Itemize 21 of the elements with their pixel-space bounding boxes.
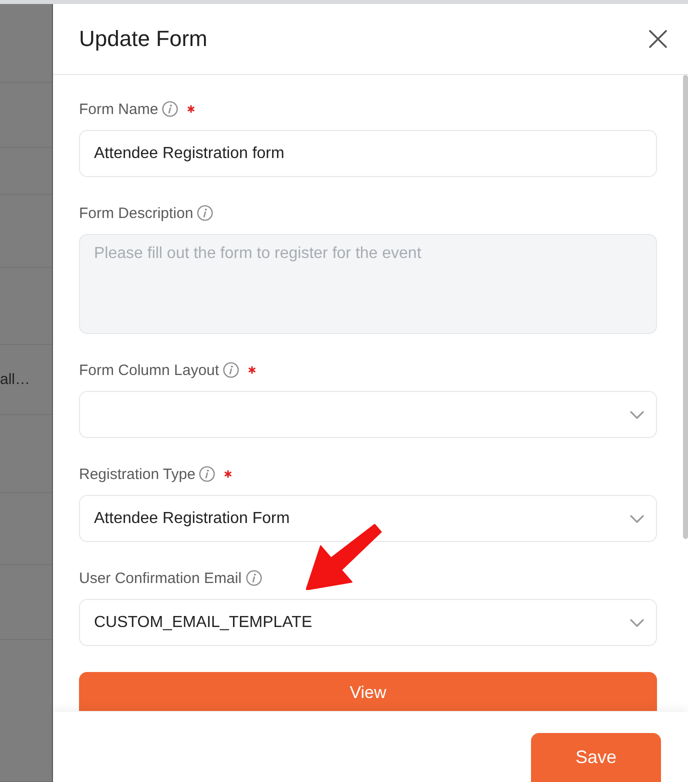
field-label: Form Name	[79, 100, 158, 118]
dropdown-field[interactable]: Attendee Registration Form	[79, 495, 657, 542]
scrollbar-thumb[interactable]	[683, 75, 688, 539]
info-icon	[199, 466, 216, 482]
dropdown-field[interactable]: CUSTOM_EMAIL_TEMPLATE	[79, 599, 657, 646]
info-icon	[246, 570, 262, 586]
field-label: Registration Type	[79, 466, 196, 482]
info-icon	[162, 101, 178, 117]
info-icon	[197, 205, 214, 221]
field-label: User Confirmation Email	[79, 570, 242, 586]
close-icon[interactable]	[649, 30, 667, 48]
field-label: Form Description	[79, 204, 194, 222]
chevron-down-icon	[630, 514, 644, 522]
truncated-text: all…	[0, 371, 30, 388]
info-icon	[223, 362, 240, 378]
dropdown-field[interactable]	[79, 391, 657, 438]
text-input[interactable]: Attendee Registration form	[79, 130, 657, 177]
dialog-title: Update Form	[79, 26, 208, 52]
chevron-down-icon	[630, 618, 644, 626]
field-label: Form Column Layout	[79, 362, 220, 378]
chevron-down-icon	[630, 410, 644, 418]
